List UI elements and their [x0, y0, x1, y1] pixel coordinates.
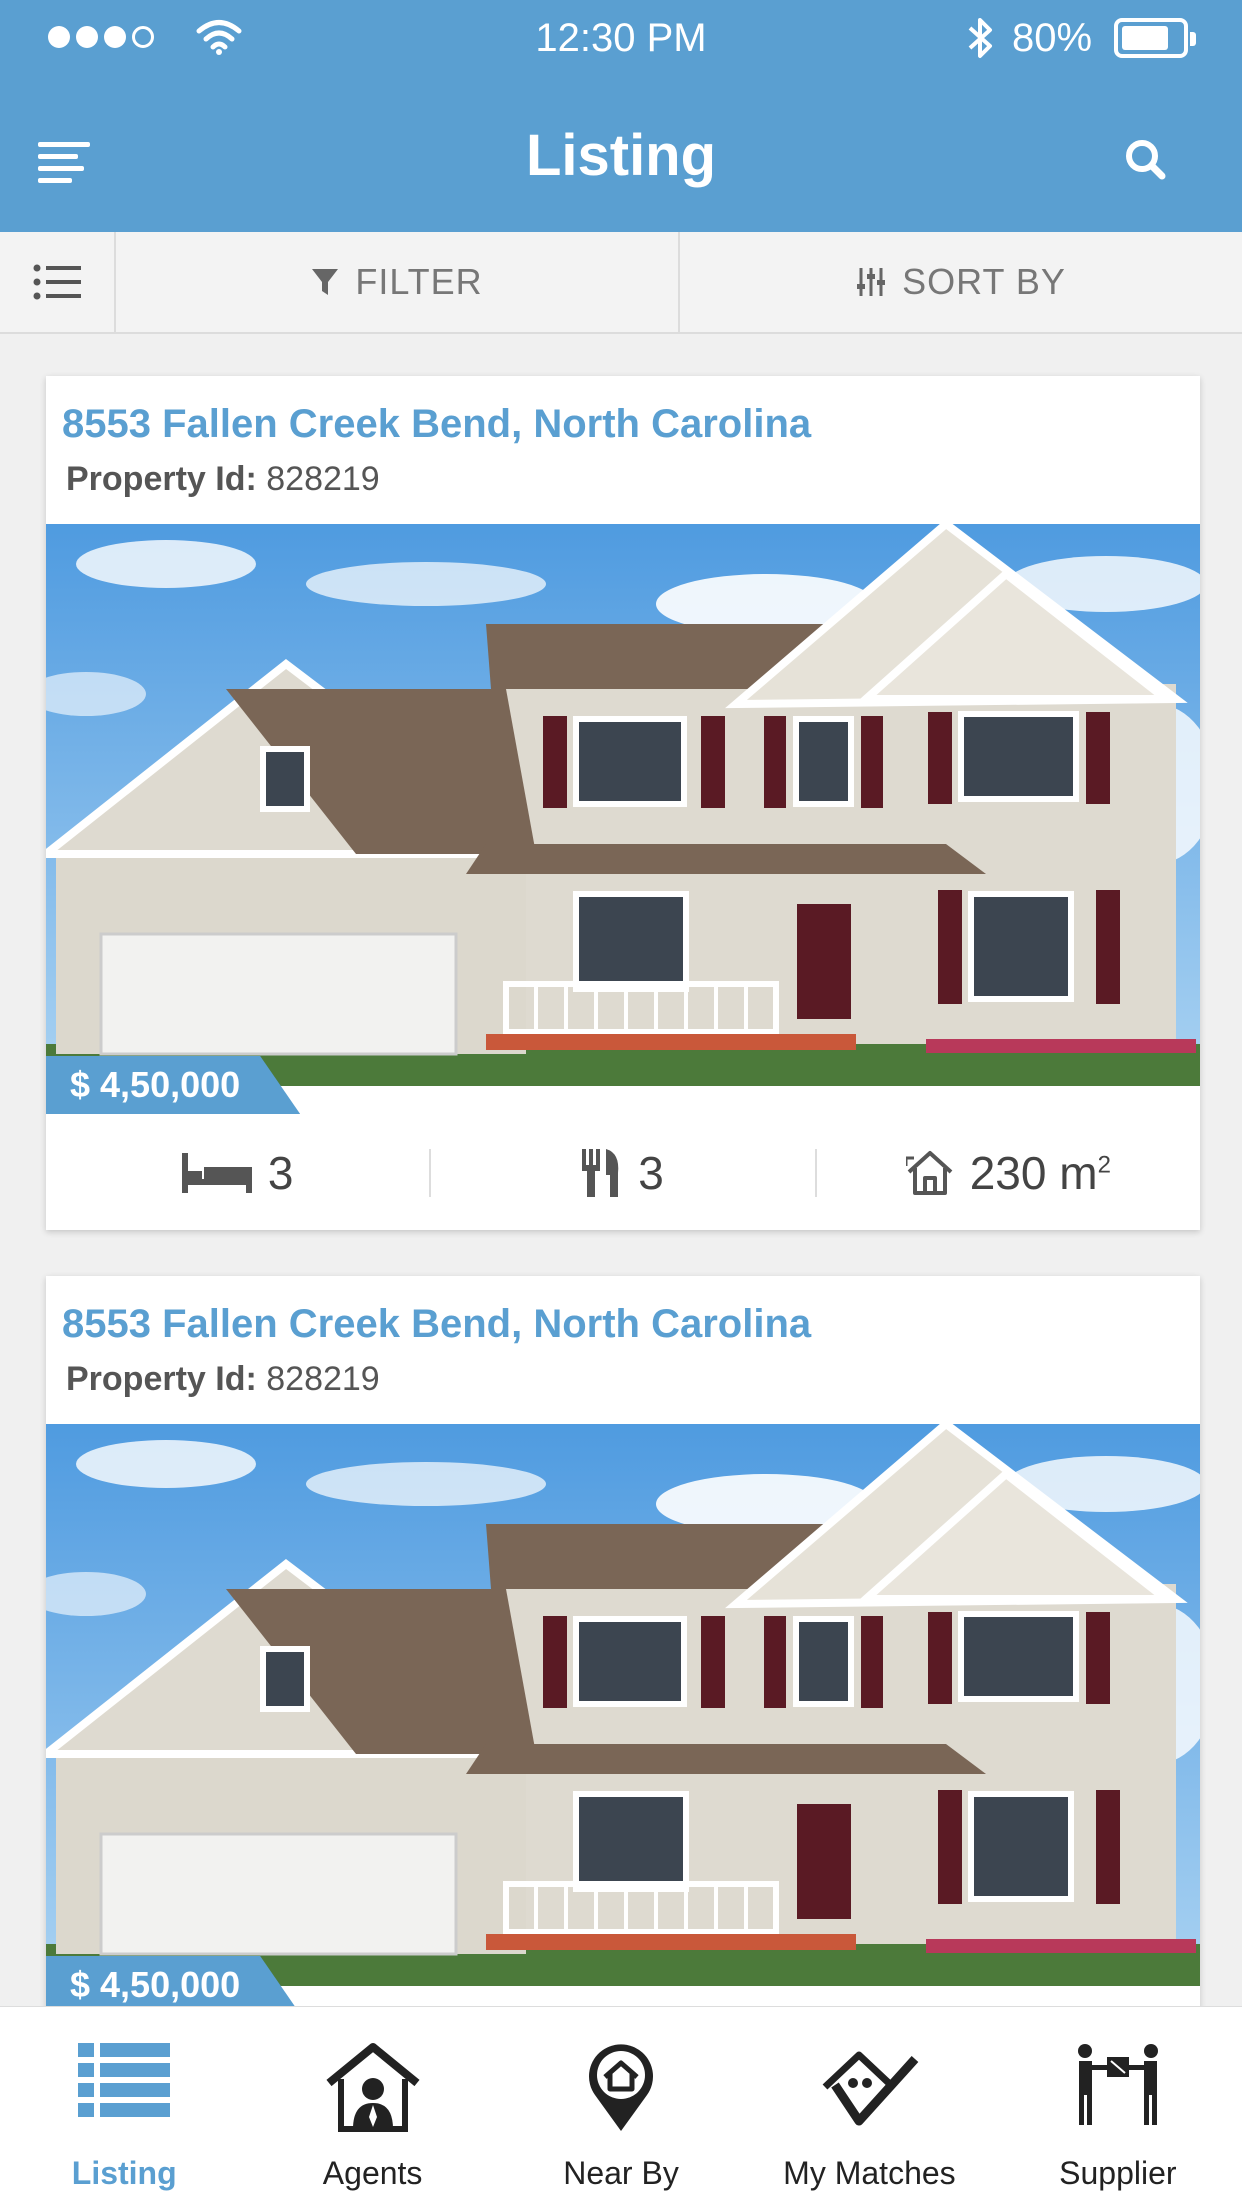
matches-icon [823, 2051, 919, 2126]
battery-icon [1114, 18, 1196, 58]
price-tag: $ 4,50,000 [46, 1056, 300, 1114]
filter-button[interactable]: FILTER [116, 232, 678, 332]
supplier-icon [1077, 2044, 1158, 2125]
property-id-value: 828219 [266, 460, 380, 498]
property-features: 3 3 230 m2 [46, 1116, 1200, 1230]
list-view-button[interactable] [0, 232, 116, 332]
nav-supplier[interactable]: Supplier [994, 2007, 1242, 2208]
listing-card[interactable]: 8553 Fallen Creek Bend, North Carolina P… [46, 1276, 1200, 2036]
filter-icon [312, 269, 339, 295]
nav-agents[interactable]: Agents [248, 2007, 496, 2208]
nav-label: Supplier [1059, 2155, 1177, 2191]
nav-label: Near By [563, 2155, 679, 2191]
bluetooth-icon [968, 18, 992, 58]
top-bar: 12:30 PM 80% Listing [0, 0, 1242, 232]
nav-near-by[interactable]: Near By [497, 2007, 745, 2208]
battery-percentage: 80% [1012, 16, 1093, 60]
bedrooms-feature: 3 [46, 1146, 429, 1200]
search-icon[interactable] [1118, 132, 1174, 188]
fork-knife-icon [582, 1149, 619, 1197]
property-id-label: Property Id: [66, 460, 257, 498]
sort-sliders-icon [857, 268, 886, 296]
filter-toolbar: FILTER SORT BY [0, 232, 1242, 334]
nav-my-matches[interactable]: My Matches [745, 2007, 993, 2208]
sort-label: SORT BY [902, 261, 1066, 302]
property-id: Property Id: 828219 [66, 1360, 380, 1399]
app-bar: Listing [0, 76, 1242, 232]
status-bar: 12:30 PM 80% [0, 0, 1242, 76]
property-photo[interactable] [46, 524, 1200, 1086]
area-value: 230 m2 [969, 1147, 1111, 1199]
page-title: Listing [525, 123, 717, 188]
agent-house-icon [326, 2043, 420, 2132]
property-id-value: 828219 [266, 1360, 380, 1398]
nav-listing[interactable]: Listing [0, 2007, 248, 2208]
kitchens-count: 3 [638, 1147, 664, 1199]
bedrooms-count: 3 [267, 1147, 294, 1199]
property-photo[interactable] [46, 1424, 1200, 1986]
home-area-icon [905, 1151, 953, 1195]
list-view-icon [33, 264, 81, 300]
nav-label: Agents [322, 2155, 423, 2191]
nav-label: My Matches [783, 2155, 956, 2191]
listing-address[interactable]: 8553 Fallen Creek Bend, North Carolina [62, 402, 811, 447]
nav-label: Listing [71, 2155, 177, 2191]
listing-card[interactable]: 8553 Fallen Creek Bend, North Carolina P… [46, 376, 1200, 1230]
filter-label: FILTER [355, 261, 483, 302]
bed-icon [181, 1153, 252, 1193]
property-id: Property Id: 828219 [66, 460, 380, 499]
listing-address[interactable]: 8553 Fallen Creek Bend, North Carolina [62, 1302, 811, 1347]
sort-button[interactable]: SORT BY [678, 232, 1242, 332]
kitchens-feature: 3 [429, 1147, 814, 1199]
property-id-label: Property Id: [66, 1360, 257, 1398]
list-icon [78, 2043, 171, 2117]
map-pin-home-icon [589, 2044, 654, 2131]
bottom-navigation: Listing Agents Near By My Matches Suppli… [0, 2006, 1242, 2208]
area-feature: 230 m2 [814, 1147, 1200, 1199]
